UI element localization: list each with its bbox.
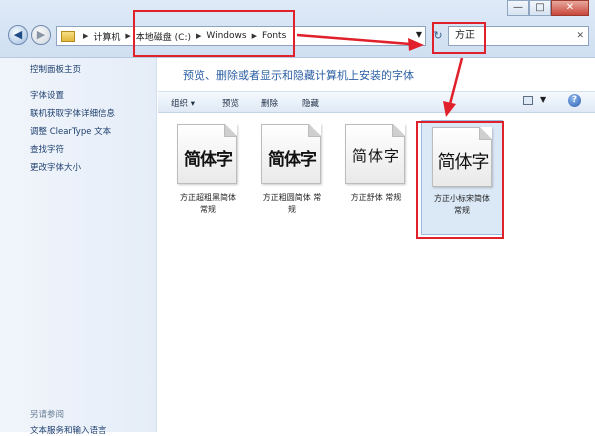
annotation-arrows [296, 33, 464, 117]
